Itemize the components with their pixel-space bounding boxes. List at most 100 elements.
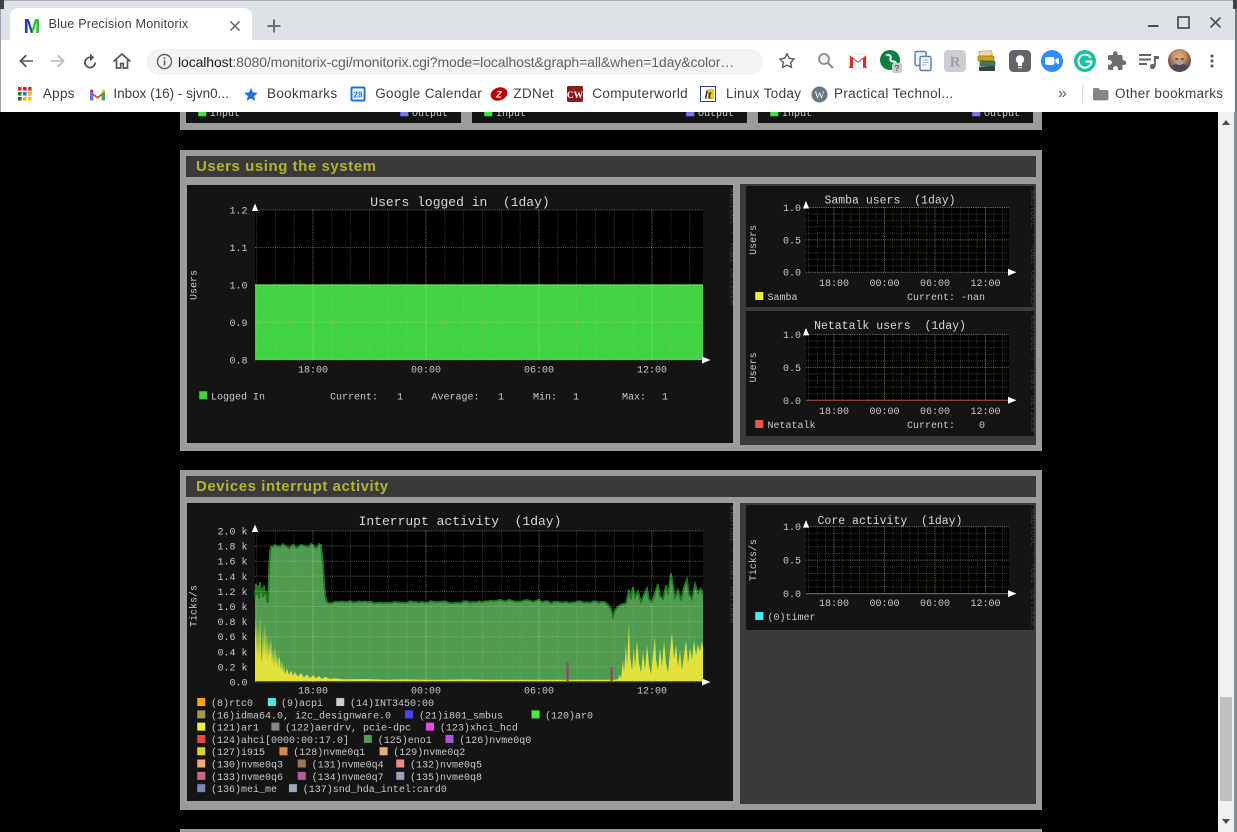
svg-text:(124)ahci[0000:00:17.0]: (124)ahci[0000:00:17.0] <box>211 735 349 747</box>
svg-text:18:00: 18:00 <box>819 599 849 610</box>
svg-text:Users: Users <box>749 225 760 255</box>
svg-text:Current:: Current: <box>907 421 955 432</box>
svg-text:(130)nvme0q3: (130)nvme0q3 <box>211 760 283 772</box>
svg-text:(123)xhci_hcd: (123)xhci_hcd <box>440 723 518 735</box>
svg-text:Users logged in (1day): Users logged in (1day) <box>370 195 549 210</box>
svg-text:Input: Input <box>782 112 812 120</box>
svg-text:0.0: 0.0 <box>783 397 801 408</box>
svg-text:06:00: 06:00 <box>920 599 950 610</box>
svg-text:CW: CW <box>567 91 583 101</box>
svg-text:Logged In: Logged In <box>211 392 265 404</box>
svg-text:12:00: 12:00 <box>970 599 1000 610</box>
svg-text:Max:: Max: <box>622 393 646 404</box>
svg-text:(9)acpi: (9)acpi <box>281 698 323 710</box>
svg-text:(8)rtc0: (8)rtc0 <box>211 698 253 710</box>
svg-text:0.9: 0.9 <box>229 319 247 330</box>
svg-text:(14)INT3450:00: (14)INT3450:00 <box>350 698 434 710</box>
svg-text:Netatalk users (1day): Netatalk users (1day) <box>814 320 966 333</box>
svg-text:06:00: 06:00 <box>920 279 950 290</box>
svg-text:1.2 k: 1.2 k <box>217 587 247 599</box>
svg-text:00:00: 00:00 <box>411 366 441 377</box>
svg-text:0.8 k: 0.8 k <box>217 617 247 629</box>
svg-text:1.0: 1.0 <box>783 523 801 534</box>
svg-text:Users: Users <box>749 352 760 382</box>
svg-text:?: ? <box>894 63 899 73</box>
svg-text:Interrupt activity (1day): Interrupt activity (1day) <box>359 514 562 529</box>
svg-text:06:00: 06:00 <box>524 366 554 377</box>
svg-text:Current:: Current: <box>330 393 378 404</box>
svg-text:Input: Input <box>496 112 526 120</box>
svg-text:Users: Users <box>190 270 201 300</box>
svg-text:0.2 k: 0.2 k <box>217 662 247 674</box>
svg-text:1.0: 1.0 <box>783 331 801 342</box>
svg-text:Average:: Average: <box>432 393 480 404</box>
svg-text:Core activity (1day): Core activity (1day) <box>818 515 963 528</box>
svg-text:Z: Z <box>495 90 502 100</box>
svg-text:00:00: 00:00 <box>411 687 441 698</box>
svg-text:(122)aerdrv, pcie-dpc: (122)aerdrv, pcie-dpc <box>285 723 411 735</box>
svg-text:Input: Input <box>210 112 240 120</box>
svg-text:RRDTOOL / TOBI OETIKER: RRDTOOL / TOBI OETIKER <box>1028 190 1034 307</box>
svg-text:0.6 k: 0.6 k <box>217 632 247 644</box>
svg-text:1.0: 1.0 <box>783 204 801 215</box>
svg-text:RRDTOOL / TOBI OETIKER: RRDTOOL / TOBI OETIKER <box>727 188 733 306</box>
svg-text:1.6 k: 1.6 k <box>217 557 247 569</box>
svg-text:2.0 k: 2.0 k <box>217 527 247 539</box>
svg-text:(135)nvme0q8: (135)nvme0q8 <box>410 772 482 784</box>
svg-text:00:00: 00:00 <box>869 599 899 610</box>
svg-text:18:00: 18:00 <box>819 407 849 418</box>
svg-text:18:00: 18:00 <box>298 687 328 698</box>
svg-text:(16)idma64.0, i2c_designware.0: (16)idma64.0, i2c_designware.0 <box>211 710 391 722</box>
svg-text:(21)i801_smbus: (21)i801_smbus <box>419 710 503 722</box>
svg-text:(127)i915: (127)i915 <box>211 747 265 759</box>
svg-text:00:00: 00:00 <box>869 407 899 418</box>
svg-text:RRDTOOL / TOBI OETIKER: RRDTOOL / TOBI OETIKER <box>1028 509 1034 627</box>
svg-text:(134)nvme0q7: (134)nvme0q7 <box>312 772 384 784</box>
svg-text:0: 0 <box>979 421 985 432</box>
svg-text:1.2: 1.2 <box>229 207 247 218</box>
svg-text:(125)eno1: (125)eno1 <box>378 735 432 747</box>
svg-text:(120)ar0: (120)ar0 <box>545 710 593 722</box>
svg-text:12:00: 12:00 <box>637 366 667 377</box>
svg-text:Ticks/s: Ticks/s <box>748 539 760 581</box>
svg-text:R: R <box>950 55 961 71</box>
svg-text:RRDTOOL / TOBI OETIKER: RRDTOOL / TOBI OETIKER <box>1028 315 1034 433</box>
svg-text:(132)nvme0q5: (132)nvme0q5 <box>410 760 482 772</box>
svg-text:1: 1 <box>573 393 579 404</box>
svg-text:1: 1 <box>397 393 403 404</box>
svg-text:Output: Output <box>698 112 734 120</box>
svg-text:12:00: 12:00 <box>970 279 1000 290</box>
svg-text:Netatalk: Netatalk <box>768 420 816 432</box>
svg-text:lt: lt <box>705 88 712 102</box>
svg-text:1.1: 1.1 <box>229 244 247 255</box>
svg-text:Current: -nan: Current: -nan <box>907 293 985 304</box>
svg-text:Output: Output <box>984 112 1020 120</box>
svg-text:(131)nvme0q4: (131)nvme0q4 <box>312 760 384 772</box>
svg-text:1: 1 <box>498 393 504 404</box>
svg-text:(0)timer: (0)timer <box>768 612 816 624</box>
svg-text:(126)nvme0q0: (126)nvme0q0 <box>459 735 531 747</box>
svg-text:(121)ar1: (121)ar1 <box>211 723 259 735</box>
svg-text:Ticks/s: Ticks/s <box>189 585 201 627</box>
svg-text:06:00: 06:00 <box>920 407 950 418</box>
svg-text:0.5: 0.5 <box>783 237 801 248</box>
svg-text:0.0: 0.0 <box>783 590 801 601</box>
svg-text:1.8 k: 1.8 k <box>217 542 247 554</box>
svg-text:1.0: 1.0 <box>229 282 247 293</box>
svg-text:Output: Output <box>412 112 448 120</box>
svg-text:06:00: 06:00 <box>524 687 554 698</box>
svg-text:00:00: 00:00 <box>869 279 899 290</box>
svg-text:28: 28 <box>353 90 362 99</box>
svg-text:W: W <box>814 90 824 101</box>
svg-text:0.0: 0.0 <box>783 269 801 280</box>
svg-text:12:00: 12:00 <box>637 687 667 698</box>
svg-text:(133)nvme0q6: (133)nvme0q6 <box>211 772 283 784</box>
svg-text:0.4 k: 0.4 k <box>217 647 247 659</box>
svg-text:(128)nvme0q1: (128)nvme0q1 <box>293 747 365 759</box>
svg-text:Min:: Min: <box>533 392 557 404</box>
svg-text:0.8: 0.8 <box>229 357 247 368</box>
svg-text:18:00: 18:00 <box>819 279 849 290</box>
svg-text:(137)snd_hda_intel:card0: (137)snd_hda_intel:card0 <box>303 784 447 796</box>
svg-text:1: 1 <box>662 393 668 404</box>
svg-text:Samba users (1day): Samba users (1day) <box>824 195 955 208</box>
